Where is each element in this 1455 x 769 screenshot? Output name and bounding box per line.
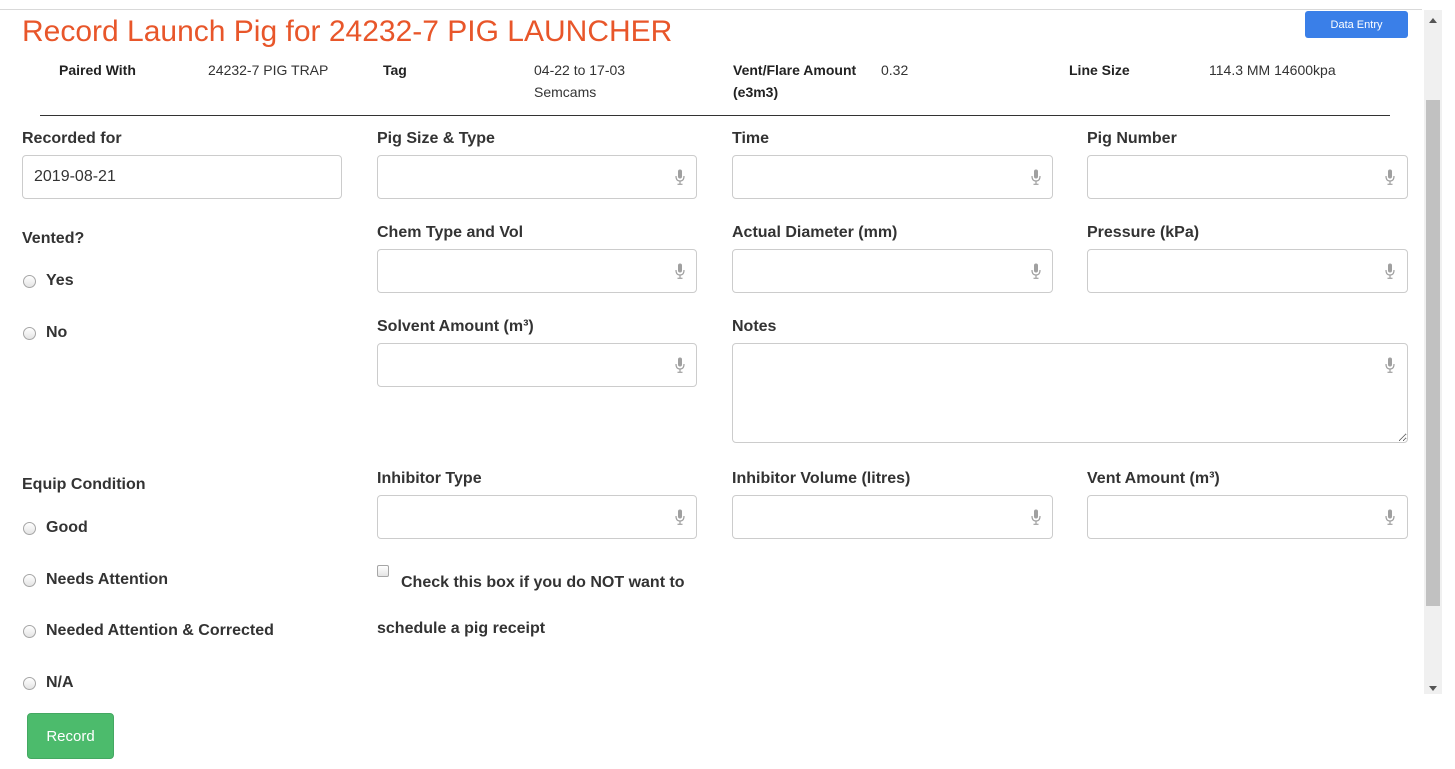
- radio-label: Yes: [46, 272, 74, 289]
- line-size-label: Line Size: [1069, 62, 1130, 78]
- tag-value-line2: Semcams: [534, 84, 597, 100]
- inhibitor-volume-input[interactable]: [732, 495, 1053, 539]
- vent-flare-unit-label: (e3m3): [733, 84, 779, 100]
- microphone-icon[interactable]: [675, 169, 685, 185]
- radio-label: Good: [46, 519, 88, 536]
- vented-yes-radio[interactable]: Yes: [23, 270, 74, 292]
- inhibitor-volume-label: Inhibitor Volume (litres): [732, 470, 911, 487]
- microphone-icon[interactable]: [675, 509, 685, 525]
- vent-flare-value: 0.32: [881, 62, 909, 78]
- inhibitor-type-label: Inhibitor Type: [377, 470, 482, 487]
- time-input[interactable]: [732, 155, 1053, 199]
- scroll-down-icon[interactable]: [1429, 686, 1437, 691]
- vent-flare-label: Vent/Flare Amount: [733, 62, 857, 78]
- info-divider: [40, 115, 1390, 116]
- recorded-for-label: Recorded for: [22, 130, 122, 147]
- radio-icon[interactable]: [23, 326, 36, 340]
- radio-label: Needed Attention & Corrected: [46, 622, 274, 639]
- pig-number-label: Pig Number: [1087, 130, 1177, 147]
- no-receipt-checkbox-label[interactable]: Check this box if you do NOT want to sch…: [377, 560, 712, 652]
- microphone-icon[interactable]: [675, 357, 685, 373]
- microphone-icon[interactable]: [1031, 263, 1041, 279]
- vent-amount-input[interactable]: [1087, 495, 1408, 539]
- tag-value-line1: 04-22 to 17-03: [534, 62, 626, 78]
- microphone-icon[interactable]: [1031, 509, 1041, 525]
- page-title: Record Launch Pig for 24232-7 PIG LAUNCH…: [22, 15, 673, 48]
- radio-icon[interactable]: [23, 624, 36, 638]
- recorded-for-input[interactable]: 2019-08-21: [22, 155, 342, 199]
- radio-icon[interactable]: [23, 521, 36, 535]
- notes-label: Notes: [732, 318, 777, 335]
- vented-no-radio[interactable]: No: [23, 322, 67, 344]
- chem-type-vol-label: Chem Type and Vol: [377, 224, 524, 241]
- radio-icon[interactable]: [23, 573, 36, 587]
- radio-label: Needs Attention: [46, 571, 169, 588]
- vent-amount-label: Vent Amount (m³): [1087, 470, 1220, 487]
- scrollbar-thumb[interactable]: [1426, 100, 1440, 606]
- pressure-label: Pressure (kPa): [1087, 224, 1200, 241]
- inhibitor-type-input[interactable]: [377, 495, 697, 539]
- paired-with-label: Paired With: [59, 62, 136, 78]
- chem-type-vol-input[interactable]: [377, 249, 697, 293]
- time-label: Time: [732, 130, 770, 147]
- microphone-icon[interactable]: [675, 263, 685, 279]
- actual-diameter-label: Actual Diameter (mm): [732, 224, 898, 241]
- pressure-input[interactable]: [1087, 249, 1408, 293]
- equip-condition-label: Equip Condition: [22, 476, 146, 493]
- radio-label: N/A: [46, 674, 74, 691]
- solvent-amount-input[interactable]: [377, 343, 697, 387]
- pig-size-type-label: Pig Size & Type: [377, 130, 495, 147]
- radio-label: No: [46, 324, 68, 341]
- microphone-icon[interactable]: [1385, 509, 1395, 525]
- pig-number-input[interactable]: [1087, 155, 1408, 199]
- microphone-icon[interactable]: [1385, 357, 1395, 373]
- data-entry-button[interactable]: Data Entry: [1305, 11, 1408, 38]
- microphone-icon[interactable]: [1385, 263, 1395, 279]
- paired-with-value: 24232-7 PIG TRAP: [208, 62, 329, 78]
- pig-size-type-input[interactable]: [377, 155, 697, 199]
- equip-na-radio[interactable]: N/A: [23, 672, 74, 694]
- solvent-amount-label: Solvent Amount (m³): [377, 318, 534, 335]
- vented-label: Vented?: [22, 230, 85, 247]
- tag-label: Tag: [383, 62, 407, 78]
- line-size-value: 114.3 MM 14600kpa: [1209, 62, 1336, 78]
- scroll-up-icon[interactable]: [1429, 18, 1437, 23]
- top-border: [0, 9, 1422, 10]
- radio-icon[interactable]: [23, 676, 36, 690]
- actual-diameter-input[interactable]: [732, 249, 1053, 293]
- equip-corrected-radio[interactable]: Needed Attention & Corrected: [23, 620, 274, 642]
- microphone-icon[interactable]: [1385, 169, 1395, 185]
- record-button[interactable]: Record: [27, 713, 114, 759]
- microphone-icon[interactable]: [1031, 169, 1041, 185]
- equip-needs-attention-radio[interactable]: Needs Attention: [23, 569, 168, 591]
- radio-icon[interactable]: [23, 274, 36, 288]
- notes-textarea[interactable]: [732, 343, 1408, 443]
- equip-good-radio[interactable]: Good: [23, 517, 88, 539]
